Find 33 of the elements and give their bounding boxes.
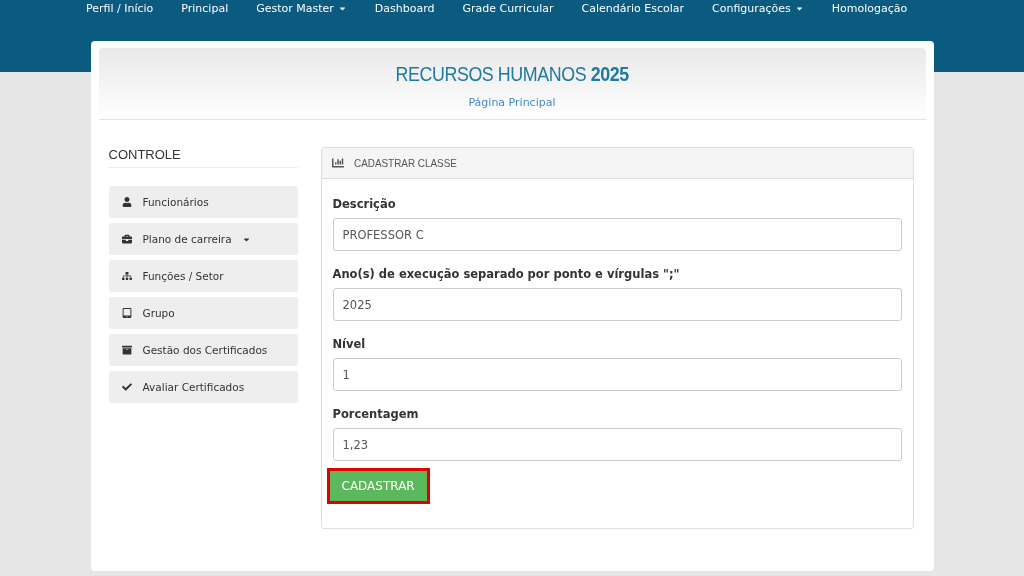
sidebar-item[interactable]: Funcionários bbox=[108, 186, 298, 218]
nav-link[interactable]: Calendário Escolar bbox=[567, 0, 698, 15]
sidebar-item[interactable]: Funções / Setor bbox=[108, 260, 298, 292]
field-label: Nível bbox=[332, 337, 367, 351]
field-label: Ano(s) de execução separado por ponto e vírgulas ";" bbox=[332, 267, 681, 281]
sidebar-item[interactable]: Grupo bbox=[108, 297, 298, 329]
user-icon bbox=[120, 197, 133, 207]
archive-icon bbox=[120, 345, 133, 355]
input-field[interactable]: PROFESSOR C bbox=[332, 218, 902, 251]
briefcase-icon bbox=[120, 234, 133, 244]
nav-link[interactable]: Configurações bbox=[698, 0, 818, 15]
input-field[interactable]: 1,23 bbox=[332, 428, 902, 461]
nav-link[interactable]: Grade Curricular bbox=[448, 0, 568, 15]
check-icon bbox=[120, 382, 133, 392]
page-title: RECURSOS HUMANOS 2025 bbox=[395, 62, 629, 86]
input-field[interactable]: 2025 bbox=[332, 288, 902, 321]
breadcrumb-link[interactable]: Página Principal bbox=[468, 96, 556, 109]
sidebar-title: CONTROLE bbox=[108, 147, 298, 168]
nav-link[interactable]: Gestor Master bbox=[242, 0, 361, 15]
sidebar-item[interactable]: Avaliar Certificados bbox=[108, 371, 298, 403]
panel-title: CADASTRAR CLASSE bbox=[353, 157, 457, 169]
nav-link[interactable]: Perfil / Início bbox=[72, 0, 168, 15]
sidebar-item[interactable]: Plano de carreira bbox=[108, 223, 298, 255]
tablet-icon bbox=[120, 308, 133, 318]
field-label: Descrição bbox=[332, 197, 397, 211]
field-label: Porcentagem bbox=[332, 407, 420, 421]
nav-link[interactable]: Principal bbox=[167, 0, 243, 15]
nav-link[interactable]: Dashboard bbox=[360, 0, 449, 15]
input-field[interactable]: 1 bbox=[332, 358, 902, 391]
sidebar-item[interactable]: Gestão dos Certificados bbox=[108, 334, 298, 366]
bar-chart-icon bbox=[331, 157, 344, 169]
sitemap-icon bbox=[120, 271, 133, 281]
nav-link[interactable]: Homologação bbox=[817, 0, 922, 15]
